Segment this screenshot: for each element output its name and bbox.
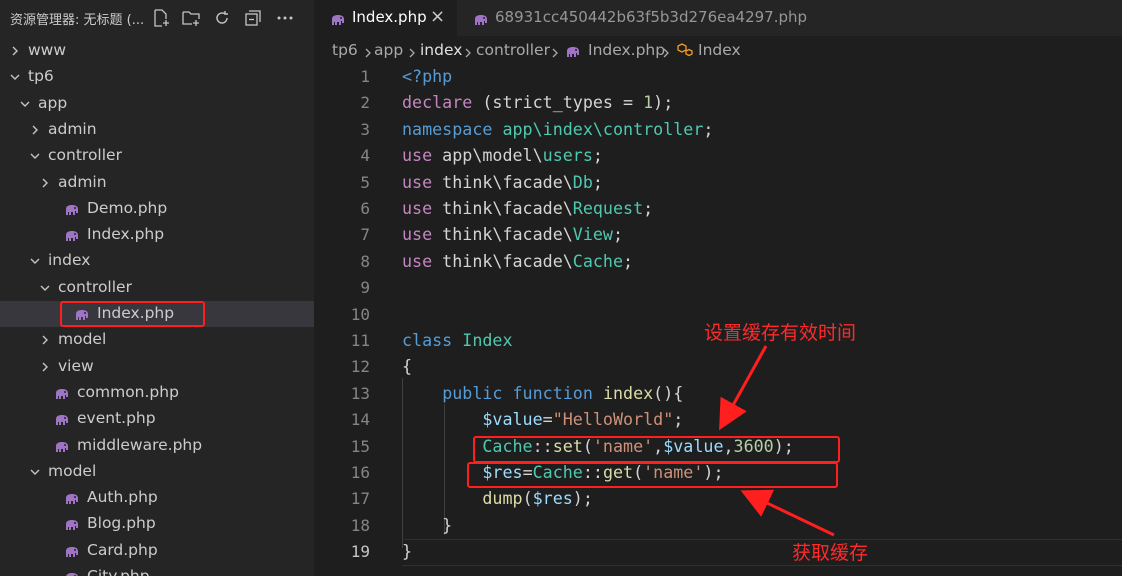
tree-folder-item[interactable]: model (0, 327, 314, 353)
tree-item-label: view (58, 356, 94, 375)
tree-item-label: middleware.php (77, 435, 203, 454)
php-file-icon (64, 202, 80, 215)
chevron-down-icon (8, 69, 22, 83)
tree-file-item[interactable]: Index.php (0, 222, 314, 248)
explorer-header: 资源管理器: 无标题 (... (0, 0, 314, 36)
tree-item-label: admin (58, 172, 107, 191)
tree-folder-item[interactable]: www (0, 38, 314, 64)
refresh-icon[interactable] (212, 8, 232, 28)
arrow-to-get (740, 489, 835, 537)
tree-folder-item[interactable]: controller (0, 275, 314, 301)
chevron-down-icon (38, 280, 52, 294)
tree-file-item[interactable]: Demo.php (0, 196, 314, 222)
tree-item-label: admin (48, 119, 97, 138)
tree-item-label: controller (58, 277, 132, 296)
collapse-all-icon[interactable] (243, 8, 263, 28)
tree-item-label: www (28, 41, 67, 59)
php-file-icon (64, 491, 80, 505)
tree-item-label: Demo.php (87, 198, 168, 217)
tree-folder-item[interactable]: app (0, 91, 314, 117)
tree-folder-item[interactable]: view (0, 354, 314, 380)
chevron-right-icon (38, 359, 52, 373)
tree-file-item[interactable]: City.php (0, 564, 314, 576)
chevron-down-icon (28, 464, 42, 478)
annotation-box-active-file (60, 301, 205, 327)
tree-item-label: model (58, 330, 107, 349)
tree-item-label: model (48, 461, 97, 480)
php-file-icon (64, 570, 80, 576)
new-file-icon[interactable] (151, 8, 171, 28)
new-folder-icon[interactable] (181, 8, 201, 28)
tree-file-item[interactable]: Index.php (0, 301, 314, 327)
tree-item-label: controller (48, 146, 122, 165)
tree-item-label: Index.php (87, 225, 165, 244)
tree-item-label: Auth.php (87, 488, 158, 507)
more-icon[interactable] (275, 8, 295, 28)
tree-folder-item[interactable]: controller (0, 143, 314, 169)
chevron-down-icon (28, 148, 42, 162)
tree-file-item[interactable]: middleware.php (0, 433, 314, 459)
tree-item-label: City.php (87, 567, 150, 576)
tree-folder-item[interactable]: admin (0, 117, 314, 143)
tree-folder-item[interactable]: tp6 (0, 64, 314, 90)
tree-file-item[interactable]: Auth.php (0, 485, 314, 511)
tree-item-label: event.php (77, 409, 156, 428)
annotation-arrows (719, 345, 835, 537)
explorer-sidebar: 资源管理器: 无标题 (... www tp6 app admin controller… (0, 0, 314, 576)
php-file-icon (54, 386, 70, 399)
tree-file-item[interactable]: Blog.php (0, 511, 314, 537)
php-file-icon (54, 412, 70, 426)
tree-file-item[interactable]: common.php (0, 380, 314, 406)
tree-item-label: Blog.php (87, 514, 156, 533)
tree-file-item[interactable]: event.php (0, 406, 314, 432)
chevron-right-icon (8, 43, 22, 57)
chevron-right-icon (28, 122, 42, 136)
php-file-icon (64, 517, 80, 531)
chevron-right-icon (38, 332, 52, 346)
chevron-down-icon (18, 96, 32, 110)
tree-item-label: common.php (77, 382, 179, 401)
tree-item-label: index (48, 251, 91, 270)
tree-folder-item[interactable]: admin (0, 170, 314, 196)
php-file-icon (64, 544, 80, 557)
editor-area: Index.php × 68931cc450442b63f5b3d276ea42… (314, 0, 1122, 576)
tree-item-label: Card.php (87, 540, 158, 559)
tree-folder-item[interactable]: model (0, 459, 314, 485)
tree-file-item[interactable]: Card.php (0, 538, 314, 564)
php-file-icon (54, 439, 70, 452)
tree-item-label: tp6 (28, 67, 54, 86)
chevron-down-icon (28, 253, 42, 267)
explorer-title: 资源管理器: 无标题 (... (10, 13, 145, 28)
arrow-to-set (719, 345, 768, 431)
tree-folder-item[interactable]: index (0, 248, 314, 274)
chevron-right-icon (38, 175, 52, 189)
php-file-icon (64, 228, 80, 242)
tree-item-label: app (38, 93, 68, 112)
